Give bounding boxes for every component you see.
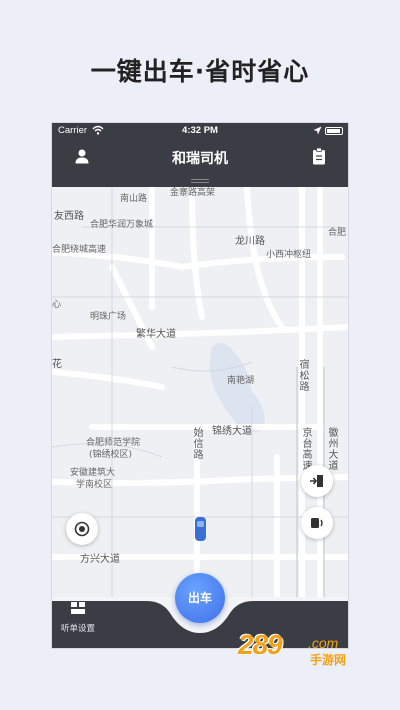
map-label: 锦绣大道 — [212, 426, 252, 437]
map-label: 京台高速 — [300, 427, 311, 471]
map-label: 小西冲枢纽 — [266, 250, 312, 260]
exit-button[interactable] — [301, 465, 333, 497]
promo-headline: 一键出车·省时省心 — [90, 57, 310, 86]
listen-settings-button[interactable]: 听单设置 — [52, 601, 104, 634]
map-label: 方兴大道 — [80, 554, 120, 565]
status-bar: Carrier 4:32 PM — [52, 123, 348, 139]
map-label: 宿松路 — [297, 359, 308, 392]
map-label: 龙川路 — [235, 236, 265, 247]
map-label: 繁华大道 — [136, 329, 176, 340]
map-label: 合肥华润万象城 — [90, 220, 154, 230]
map-label: (锦绣校区) — [89, 450, 133, 460]
map-label: 始信路 — [191, 427, 202, 460]
map-label: 金寨路高架 — [170, 188, 216, 198]
map-label: 徽州大道 — [326, 427, 337, 471]
map-label: 明珠广场 — [90, 312, 127, 322]
phone-screen: Carrier 4:32 PM 和瑞司机 南山路 金寨路高架 友西路 合肥华润万… — [52, 123, 348, 648]
watermark-domain: .com — [308, 635, 339, 651]
clipboard-icon[interactable] — [312, 147, 326, 165]
driver-car-marker — [195, 517, 206, 541]
target-icon — [74, 521, 90, 537]
site-watermark-logo: 289 .com 手游网 — [238, 629, 378, 679]
status-time: 4:32 PM — [182, 125, 218, 136]
map-label: 友西路 — [54, 211, 84, 222]
map-label: 合肥 — [328, 228, 347, 238]
map-label: 心 — [52, 300, 62, 310]
voice-button[interactable] — [301, 507, 333, 539]
speaker-icon — [311, 518, 323, 528]
map-label: 南山路 — [120, 194, 148, 204]
map-label: 南艳湖 — [227, 376, 255, 386]
grid-settings-icon — [71, 602, 85, 614]
map-label: 学南校区 — [76, 480, 113, 490]
exit-door-icon — [310, 475, 323, 487]
locate-me-button[interactable] — [66, 513, 98, 545]
page-title: 和瑞司机 — [172, 151, 228, 167]
location-arrow-icon — [313, 126, 322, 135]
map-label: 花 — [52, 359, 62, 370]
start-driving-button[interactable]: 出车 — [175, 573, 225, 623]
watermark-number: 289 — [238, 629, 283, 660]
listen-settings-label: 听单设置 — [60, 624, 95, 634]
map-view[interactable]: 南山路 金寨路高架 友西路 合肥华润万象城 龙川路 合肥 合肥绕城高速 小西冲枢… — [52, 187, 348, 597]
map-label: 合肥绕城高速 — [52, 245, 107, 255]
watermark-cn-text: 手游网 — [310, 653, 347, 667]
nav-bar: 和瑞司机 — [52, 139, 348, 175]
battery-icon — [325, 127, 343, 135]
